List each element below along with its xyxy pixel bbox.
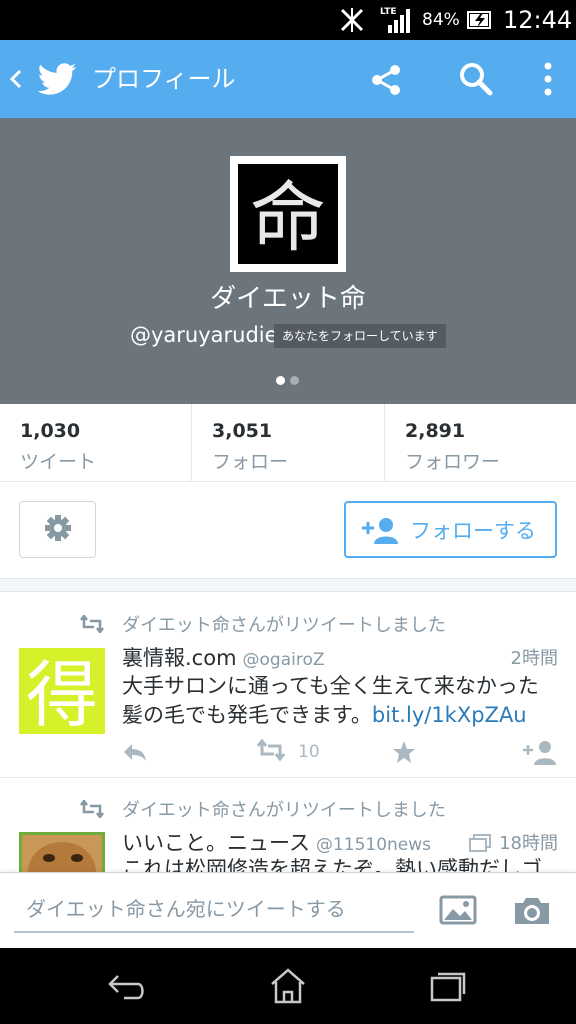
stat-following-count: 3,051 [212,420,273,442]
stat-following-label: フォロー [212,451,289,473]
stat-tweets[interactable]: 1,030 ツイート [0,404,191,482]
retweet-count: 10 [298,742,320,762]
stat-following[interactable]: 3,051 フォロー [192,404,384,482]
tweet-text: これは松岡修造を超えたぞ。熱い感動だしゴ [122,855,562,872]
tweet-avatar-glyph: 得 [26,653,98,734]
tweet-header: 裏情報.com @ogairoZ 2時間 [122,642,558,672]
compose-bar: ダイエット命さん宛にツイートする [0,872,576,948]
follows-you-badge: あなたをフォローしています [274,324,446,348]
retweet-context-label: ダイエット命さんがリツイートしました [122,800,446,821]
profile-display-name: ダイエット命 [210,284,366,314]
stat-followers[interactable]: 2,891 フォロワー [385,404,576,482]
status-bar: LTE 84% 12:44 [0,0,576,40]
section-divider [0,578,576,592]
profile-stats: 1,030 ツイート 3,051 フォロー 2,891 フォロワー [0,404,576,482]
tweet-header: いいこと。ニュース @11510news 18時間 [122,827,558,857]
follow-user-icon[interactable] [522,738,558,766]
tweet-time: 18時間 [499,833,558,854]
stat-followers-count: 2,891 [405,420,466,442]
tweet-time-group: 18時間 [469,829,558,857]
header-page-indicator [276,376,299,385]
gear-icon [43,513,73,547]
profile-avatar[interactable]: 命 [230,156,346,272]
profile-handle: @yaruyarudiet [130,323,286,347]
home-nav-icon[interactable] [266,966,310,1006]
tweet-author-name: いいこと。ニュース [122,831,310,855]
tweet-text-line: これは松岡修造を超えたぞ。熱い感動だしゴ [122,857,542,872]
clock: 12:44 [503,6,573,34]
tweet-item[interactable]: ダイエット命さんがリツイートしました いいこと。ニュース @11510news 1… [0,779,576,872]
media-gallery-icon [469,834,492,857]
profile-header: 命 ダイエット命 @yaruyarudiet あなたをフォローしています [0,118,576,404]
reply-icon[interactable] [122,738,148,766]
tweet-time: 2時間 [510,648,558,669]
avatar-glyph: 命 [250,173,326,262]
profile-actions: フォローする [0,482,576,578]
image-icon[interactable] [438,891,478,931]
retweet-context-label: ダイエット命さんがリツイートしました [122,615,446,636]
more-options-icon[interactable] [534,58,562,100]
tweet-author[interactable]: 裏情報.com @ogairoZ [122,642,325,672]
stat-followers-label: フォロワー [405,451,501,473]
stat-tweets-count: 1,030 [20,420,81,442]
battery-percent: 84% [422,10,460,30]
tweet-author-handle: @ogairoZ [242,650,325,670]
lte-label: LTE [380,7,397,17]
signal-blocked-icon [338,0,366,40]
tweet-link[interactable]: bit.ly/1kXpZAu [372,703,527,727]
tweet-item[interactable]: ダイエット命さんがリツイートしました 得 裏情報.com @ogairoZ 2時間… [0,592,576,778]
share-icon[interactable] [366,60,406,100]
tweet-avatar[interactable]: 得 [19,648,105,737]
tweet-avatar[interactable] [19,832,105,872]
system-nav-bar [0,948,576,1024]
follow-button-label: フォローする [410,518,536,543]
stat-tweets-label: ツイート [20,451,97,473]
tweet-text-line: 大手サロンに通っても全く生えて来なかった [122,674,539,698]
retweet-button[interactable]: 10 [256,738,320,766]
tweet-text: 大手サロンに通っても全く生えて来なかった 髪の毛でも発毛できます。bit.ly/… [122,672,562,730]
recents-nav-icon[interactable] [426,966,470,1006]
lte-signal-icon: LTE [380,0,414,40]
add-user-icon [360,516,400,544]
retweet-icon [80,800,106,818]
tweet-author[interactable]: いいこと。ニュース @11510news [122,827,431,857]
favorite-star-icon[interactable] [392,738,416,766]
retweet-icon [80,615,106,633]
retweet-icon [256,738,286,766]
page-title: プロフィール [92,65,236,93]
page-dot-2 [290,376,299,385]
tweet-actions: 10 [122,738,562,766]
app-bar: プロフィール [0,40,576,118]
back-icon[interactable] [6,62,26,96]
tweet-author-name: 裏情報.com [122,646,237,670]
profile-avatar-image: 命 [238,164,338,264]
back-nav-icon[interactable] [106,966,150,1006]
retweet-context: ダイエット命さんがリツイートしました [80,610,446,638]
settings-button[interactable] [19,501,96,558]
tweet-author-handle: @11510news [315,835,432,855]
retweet-context: ダイエット命さんがリツイートしました [80,795,446,823]
compose-tweet-input[interactable]: ダイエット命さん宛にツイートする [14,889,414,933]
page-dot-1 [276,376,285,385]
camera-icon[interactable] [512,891,552,931]
battery-charging-icon [467,0,493,40]
search-icon[interactable] [456,59,496,99]
twitter-bird-icon[interactable] [36,58,78,100]
tweet-text-line: 髪の毛でも発毛できます。 [122,703,372,727]
follow-button[interactable]: フォローする [344,501,557,558]
